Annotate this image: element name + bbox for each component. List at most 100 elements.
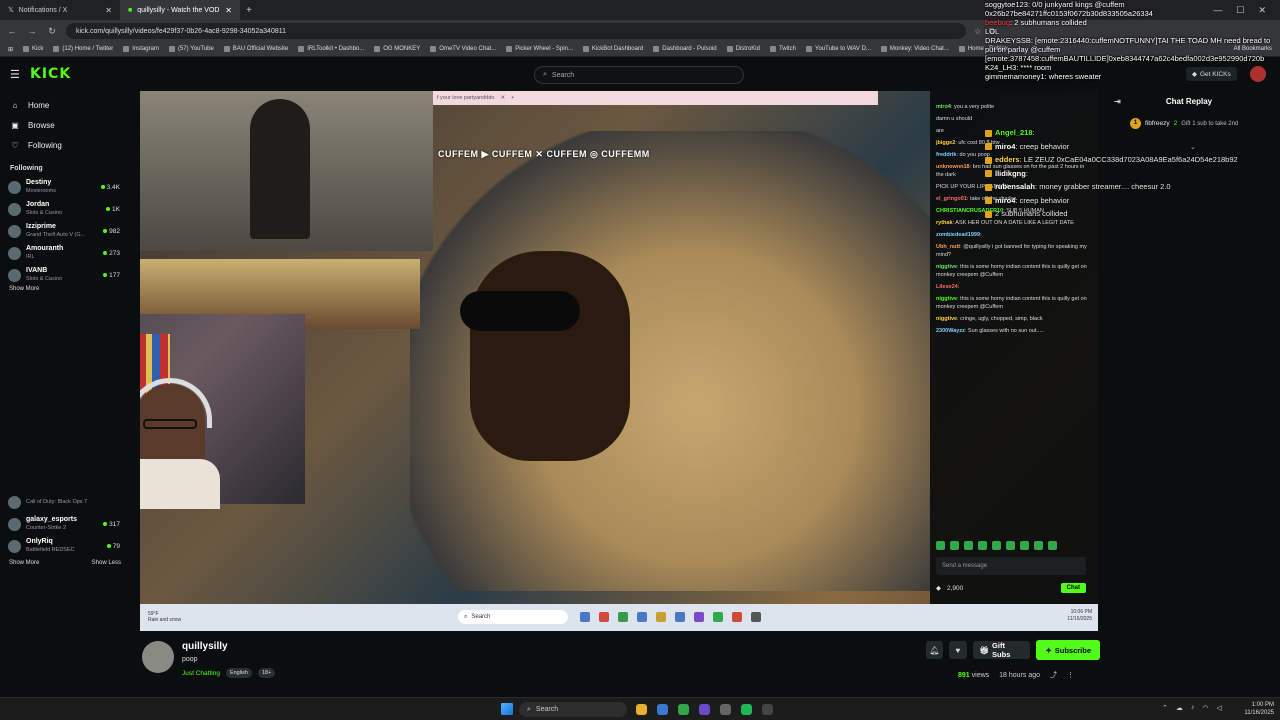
bookmark-item[interactable]: Dashboard - Pulsoid	[653, 46, 717, 52]
windows-taskbar: ⌕ Search ⌃ ☁ ♪ ◠ ◁ 1:00 PM 11/16/2025	[0, 697, 1280, 720]
overlay-message: soggytoe123: 0/0 junkyard kings @cuffem …	[985, 0, 1280, 18]
chat-username[interactable]: rubensalah	[995, 182, 1035, 191]
bookmark-item[interactable]: IRLToolkit • Dashbo...	[298, 46, 364, 52]
spotify-icon[interactable]	[741, 704, 752, 715]
start-icon[interactable]	[501, 703, 513, 715]
inner-chat-user: Lilese24	[936, 284, 958, 290]
bookmark-item[interactable]: BAU Official Website	[223, 46, 288, 52]
chat-username[interactable]: miro4	[995, 142, 1015, 151]
reload-icon[interactable]: ↻	[46, 26, 58, 37]
sidebar-footer: Show More Show Less	[9, 560, 121, 566]
close-tab-icon[interactable]: ✕	[225, 6, 232, 15]
sidebar-channel[interactable]: Destiny Movierooms 3.4K	[0, 176, 128, 198]
app-icon[interactable]	[678, 704, 689, 715]
bookmark-item[interactable]: OmeTV Video Chat...	[430, 46, 496, 52]
bookmark-item[interactable]: Kick	[23, 46, 43, 52]
kick-logo[interactable]: KICK	[30, 66, 71, 82]
tag-language[interactable]: English	[225, 668, 252, 678]
sidebar-item-browse[interactable]: ▣ Browse	[0, 115, 128, 135]
bookmark-item[interactable]: DistroKid	[726, 46, 760, 52]
category-link[interactable]: Just Chatting	[182, 670, 220, 677]
bookmark-favicon-icon	[582, 46, 589, 52]
chat-username[interactable]: llidikgng	[995, 169, 1026, 178]
sidebar-channel[interactable]: Izziprime Grand Theft Auto V (G... 982	[0, 220, 128, 242]
search-input[interactable]: ⌕ Search	[534, 66, 744, 84]
sidebar-item-label: Following	[28, 140, 62, 150]
gift-subs-button[interactable]: 🎁︎ Gift Subs	[972, 641, 1031, 659]
bookmark-item[interactable]: Monkey: Video Chat...	[880, 46, 949, 52]
taskbar-search[interactable]: ⌕ Search	[519, 702, 627, 717]
collapse-chat-icon[interactable]: ⇥	[1114, 97, 1121, 106]
back-icon[interactable]: ←	[6, 26, 18, 36]
sidebar-item-home[interactable]: ⌂ Home	[0, 95, 128, 115]
show-more-link[interactable]: Show More	[9, 560, 39, 566]
steam-icon[interactable]	[657, 704, 668, 715]
viewer-number: 3.4K	[106, 183, 120, 191]
discord-icon[interactable]	[699, 704, 710, 715]
bookmark-item[interactable]: YouTube to WAV D...	[806, 46, 871, 52]
chat-username[interactable]: Angel_218	[995, 128, 1033, 137]
chat-text: money grabber streamer.... cheesur 2.0	[1039, 182, 1171, 191]
tag-mature[interactable]: 18+	[257, 668, 276, 678]
channel-category: Grand Theft Auto V (G...	[26, 232, 86, 238]
taskbar-clock[interactable]: 1:00 PM 11/16/2025	[1232, 701, 1274, 717]
bookmark-label: OmeTV Video Chat...	[439, 46, 497, 52]
volume-icon[interactable]: ◁	[1216, 704, 1221, 712]
sidebar-channel[interactable]: galaxy_esports Counter-Strike 2 317	[0, 513, 128, 535]
app-icon[interactable]	[720, 704, 731, 715]
bookmark-favicon-icon	[123, 46, 130, 52]
bookmark-item[interactable]: Picker Wheel - Spin...	[506, 46, 573, 52]
follow-heart-icon[interactable]: ♥	[949, 641, 967, 659]
bookmark-item[interactable]: Twitch	[769, 46, 796, 52]
browser-tab-x[interactable]: 𝕏 Notifications / X ✕	[0, 0, 120, 20]
new-tab-icon[interactable]: +	[240, 5, 258, 16]
inner-chat-message: niggtive: this is some horny indian cont…	[930, 293, 1098, 313]
bookmark-item[interactable]: KickBot Dashboard	[582, 46, 643, 52]
chrome-icon[interactable]	[636, 704, 647, 715]
star-icon[interactable]: ☆	[974, 27, 981, 36]
tray-chevron-icon[interactable]: ⌃	[1162, 704, 1168, 712]
sidebar-channel[interactable]: Amouranth IRL 273	[0, 242, 128, 264]
show-more-link[interactable]: Show More	[0, 286, 128, 298]
cloud-icon[interactable]: ☁	[1176, 704, 1183, 712]
sidebar-channel[interactable]: Jordan Slots & Casino 1K	[0, 198, 128, 220]
more-options-icon[interactable]: ⋮	[1067, 671, 1074, 679]
following-heading: Following	[10, 165, 43, 172]
live-dot-icon	[103, 229, 108, 233]
close-tab-icon[interactable]: ✕	[105, 6, 112, 15]
channel-category: IRL	[26, 254, 35, 260]
sidebar-channel[interactable]: IVANB Slots & Casino 177	[0, 264, 128, 286]
wifi-icon[interactable]: ◠	[1202, 704, 1208, 712]
share-icon[interactable]: ⤴	[1050, 670, 1057, 680]
forward-icon[interactable]: →	[26, 26, 38, 36]
channel-name[interactable]: quillysilly	[182, 641, 228, 652]
subscribe-button[interactable]: ✦ Subscribe	[1036, 640, 1101, 660]
channel-name: Izziprime	[26, 223, 56, 230]
stream-title: poop	[182, 656, 198, 663]
chat-username[interactable]: miro4	[995, 196, 1015, 205]
bell-icon[interactable]: 🔔︎	[926, 641, 944, 659]
menu-icon[interactable]: ☰	[10, 68, 30, 81]
channel-meta: Amouranth IRL	[26, 245, 98, 261]
bookmark-item[interactable]: (12) Home / Twitter	[53, 46, 113, 52]
video-player[interactable]: f your love partyandddo ✕ + CUFFEM ▶ CUFFE…	[140, 91, 1098, 631]
live-dot-icon	[100, 185, 105, 189]
show-less-link[interactable]: Show Less	[92, 560, 121, 566]
channel-avatar	[8, 517, 21, 531]
bookmark-item[interactable]: Instagram	[123, 46, 159, 52]
channel-avatar[interactable]	[142, 641, 174, 673]
chat-username[interactable]: edders	[995, 155, 1020, 164]
mic-icon[interactable]: ♪	[1191, 704, 1195, 712]
channel-avatar	[8, 268, 21, 282]
inner-points: 2,900	[947, 584, 964, 592]
bookmark-item[interactable]: OG MONKEY	[374, 46, 420, 52]
sidebar-item-following[interactable]: ♡ Following	[0, 135, 128, 155]
terminal-icon[interactable]	[762, 704, 773, 715]
sidebar-channel[interactable]: Call of Duty: Black Ops 7	[0, 491, 128, 513]
url-field[interactable]: kick.com/quillysilly/videos/fe429f37-0b2…	[66, 23, 966, 39]
sidebar-channel[interactable]: OnlyRiq Battlefield REDSEC 79	[0, 535, 128, 557]
apps-icon[interactable]: ⊞	[8, 46, 13, 53]
bookmark-item[interactable]: (57) YouTube	[168, 46, 214, 52]
browser-tab-kick[interactable]: ■ quillysilly - Watch the VOD ✕	[120, 0, 240, 20]
chat-message: edders: LE ZEUZ 0xCaE04a0CC338d7023A08A9…	[985, 153, 1238, 167]
